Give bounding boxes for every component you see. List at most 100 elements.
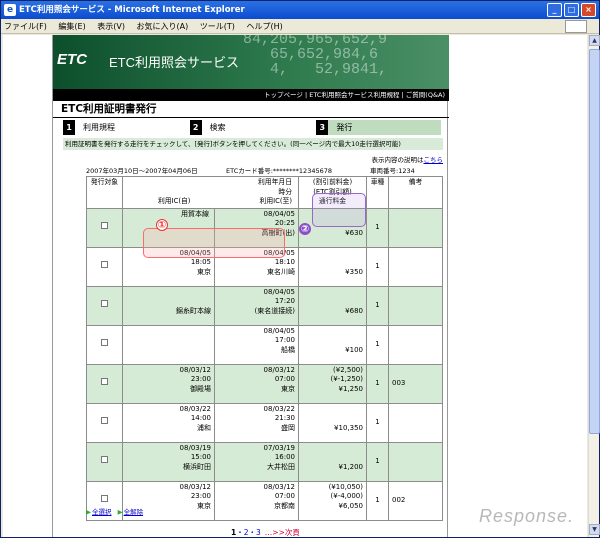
row-checkbox[interactable]	[86, 246, 123, 287]
fare-cell: ¥680	[298, 285, 367, 326]
fare-cell: ¥1,200	[298, 441, 367, 482]
entry-cell: 錦糸町本線	[122, 285, 215, 326]
select-all-arrow-icon: ▶	[86, 508, 91, 516]
card-number: ETCカード番号:********12345678	[226, 167, 333, 175]
help-line: 表示内容の説明はこちら	[371, 156, 444, 164]
annotation-marker-2: ②	[299, 223, 311, 235]
instruction-text: 利用証明書を発行する走行をチェックして、[発行]ボタンを押してください。(同一ペ…	[63, 138, 443, 150]
annotation-highlight-fare	[312, 193, 366, 227]
fare-cell: (¥10,050) (¥-4,000) ¥6,050	[298, 480, 367, 521]
vehicle-class-cell: 1	[366, 441, 389, 482]
row-checkbox[interactable]	[86, 285, 123, 326]
top-nav-links[interactable]: トップページ | ETC利用照会サービス利用規程 | ご質問(Q&A)	[53, 89, 449, 101]
vehicle-class-cell: 1	[366, 363, 389, 404]
scroll-thumb[interactable]	[589, 49, 600, 434]
scroll-down-icon[interactable]: ▼	[589, 524, 600, 535]
site-banner: 84,205,965,652,9 65,652,984,6 4, 52,9841…	[53, 35, 449, 89]
vehicle-class-cell: 1	[366, 285, 389, 326]
response-watermark: Response.	[479, 506, 575, 526]
page-title: ETC利用証明書発行	[53, 101, 449, 118]
exit-cell: 08/04/05 17:00 船橋	[214, 324, 299, 365]
step-indicator: 1 利用規程 2 検索 3 発行	[63, 120, 444, 135]
title-bar: e ETC利用照会サービス - Microsoft Internet Explo…	[1, 1, 599, 19]
header-datetime: 利用年月日 時分 利用IC(自) 利用IC(至)	[122, 176, 299, 209]
fare-cell: ¥100	[298, 324, 367, 365]
selection-controls: ▶全選択 ▶全解除	[86, 506, 147, 516]
step-terms: 1 利用規程	[63, 120, 190, 135]
row-checkbox[interactable]	[86, 324, 123, 365]
exit-cell: 08/03/22 21:30 盛岡	[214, 402, 299, 443]
menu-view[interactable]: 表示(V)	[97, 22, 125, 31]
etc-logo[interactable]: ETC	[57, 51, 87, 68]
scroll-up-icon[interactable]: ▲	[589, 35, 600, 46]
vehicle-number: 車両番号:1234	[370, 167, 415, 175]
annotation-marker-1: ①	[156, 219, 168, 231]
select-all-link[interactable]: 全選択	[92, 508, 112, 516]
note-cell	[388, 207, 443, 248]
row-checkbox[interactable]	[86, 402, 123, 443]
exit-cell: 08/04/05 17:20 (東名道接続)	[214, 285, 299, 326]
vehicle-class-cell: 1	[366, 480, 389, 521]
vehicle-class-cell: 1	[366, 324, 389, 365]
fare-cell: ¥10,350	[298, 402, 367, 443]
next-page-link[interactable]: …>>次頁	[265, 528, 300, 537]
header-note: 備考	[388, 176, 443, 209]
period-text: 2007年03月10日～2007年04月06日	[86, 167, 198, 175]
annotation-highlight-ic	[143, 228, 285, 258]
banner-digits: 84,205,965,652,9 65,652,984,6 4, 52,9841…	[243, 35, 388, 78]
note-cell	[388, 402, 443, 443]
service-name: ETC利用照会サービス	[109, 55, 240, 70]
vertical-scrollbar[interactable]: ▲ ▼	[588, 35, 600, 537]
menu-favorites[interactable]: お気に入り(A)	[137, 22, 189, 31]
note-cell: 002	[388, 480, 443, 521]
step-search: 2 検索	[189, 120, 317, 135]
browser-window: e ETC利用照会サービス - Microsoft Internet Explo…	[0, 0, 600, 538]
header-vehicle-class: 車種	[366, 176, 389, 209]
close-button[interactable]: ×	[581, 3, 596, 17]
header-select: 発行対象	[86, 176, 123, 209]
vehicle-class-cell: 1	[366, 246, 389, 287]
window-title: ETC利用照会サービス - Microsoft Internet Explore…	[19, 5, 245, 15]
pagination: 1・2・3 …>>次頁	[231, 528, 300, 537]
menu-file[interactable]: ファイル(F)	[4, 22, 47, 31]
entry-cell: 08/03/22 14:00 浦和	[122, 402, 215, 443]
note-cell	[388, 285, 443, 326]
row-checkbox[interactable]	[86, 207, 123, 248]
page-viewport: 84,205,965,652,9 65,652,984,6 4, 52,9841…	[3, 35, 587, 537]
fare-cell: (¥2,500) (¥-1,250) ¥1,250	[298, 363, 367, 404]
note-cell	[388, 441, 443, 482]
menu-help[interactable]: ヘルプ(H)	[246, 22, 282, 31]
page-3-link[interactable]: 3	[256, 528, 261, 537]
menu-edit[interactable]: 編集(E)	[58, 22, 85, 31]
step-issue: 3 発行	[316, 120, 444, 135]
exit-cell: 07/03/19 16:00 大井松田	[214, 441, 299, 482]
vehicle-class-cell: 1	[366, 402, 389, 443]
minimize-button[interactable]: _	[547, 3, 562, 17]
menu-bar: ファイル(F) 編集(E) 表示(V) お気に入り(A) ツール(T) ヘルプ(…	[1, 19, 599, 34]
table-row: 08/04/05 17:00 船橋 ¥100 1	[86, 324, 443, 365]
table-row: 08/03/19 15:00 横浜町田 07/03/19 16:00 大井松田 ¥1,2…	[86, 441, 443, 482]
note-cell	[388, 324, 443, 365]
table-row: 08/03/12 23:00 御殿場 08/03/12 07:00 東京 (¥2,500…	[86, 363, 443, 404]
fare-cell: ¥350	[298, 246, 367, 287]
row-checkbox[interactable]	[86, 441, 123, 482]
table-row: 08/03/22 14:00 浦和 08/03/22 21:30 盛岡 ¥10,350 …	[86, 402, 443, 443]
table-header: 発行対象 利用年月日 時分 利用IC(自) 利用IC(至) (割引前料金) (ET…	[86, 176, 443, 209]
windows-logo-icon	[565, 20, 587, 33]
menu-tools[interactable]: ツール(T)	[200, 22, 235, 31]
table-row: 錦糸町本線 08/04/05 17:20 (東名道接続) ¥680 1	[86, 285, 443, 326]
vehicle-class-cell: 1	[366, 207, 389, 248]
exit-cell: 08/03/12 07:00 東京	[214, 363, 299, 404]
help-link[interactable]: こちら	[424, 156, 444, 164]
row-checkbox[interactable]	[86, 363, 123, 404]
entry-cell	[122, 324, 215, 365]
entry-cell: 08/03/19 15:00 横浜町田	[122, 441, 215, 482]
clear-all-arrow-icon: ▶	[117, 508, 123, 516]
ie-icon: e	[4, 4, 16, 16]
maximize-button[interactable]: □	[564, 3, 579, 17]
exit-cell: 08/03/12 07:00 京都南	[214, 480, 299, 521]
clear-all-link[interactable]: 全解除	[124, 508, 144, 516]
entry-cell: 08/03/12 23:00 御殿場	[122, 363, 215, 404]
note-cell	[388, 246, 443, 287]
note-cell: 003	[388, 363, 443, 404]
